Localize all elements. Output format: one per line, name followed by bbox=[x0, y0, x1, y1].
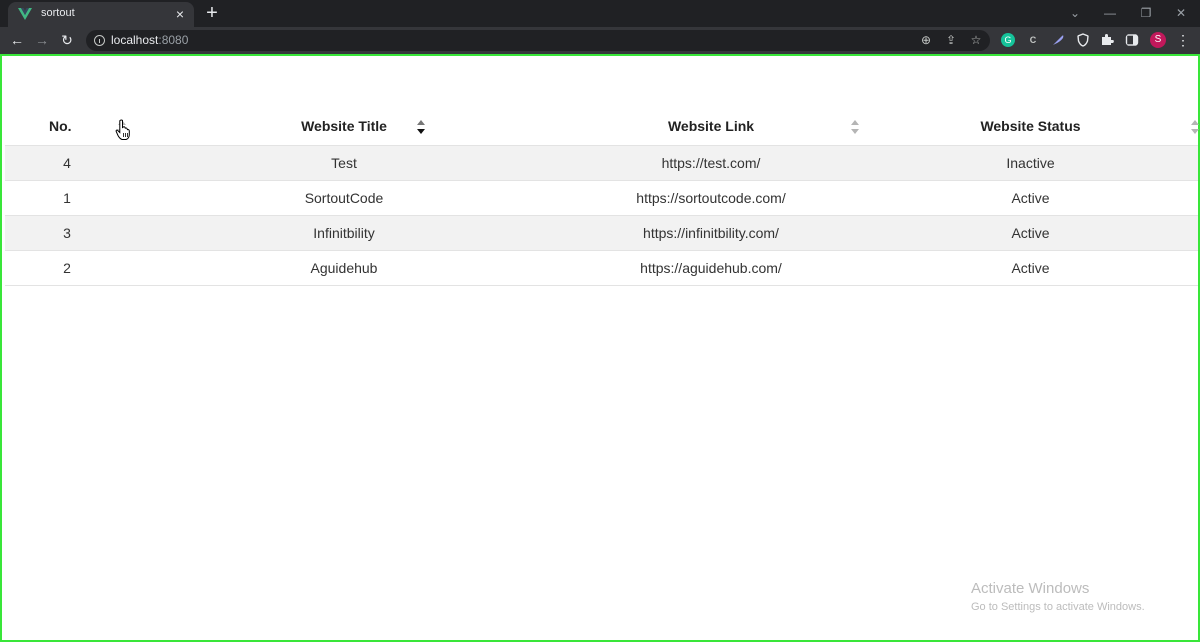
column-header-title[interactable]: Website Title bbox=[129, 108, 559, 146]
forward-icon[interactable]: → bbox=[34, 32, 50, 48]
cell-link: https://test.com/ bbox=[559, 145, 863, 181]
table-row: 3 Infinitbility https://infinitbility.co… bbox=[5, 215, 1198, 251]
close-window-icon[interactable]: ✕ bbox=[1174, 6, 1188, 20]
cell-status: Active bbox=[863, 180, 1198, 216]
close-tab-icon[interactable]: × bbox=[174, 7, 186, 21]
address-bar[interactable]: localhost:8080 ⊕ ⇪ ☆ bbox=[86, 30, 990, 51]
column-label: Website Title bbox=[301, 118, 387, 135]
table-row: 1 SortoutCode https://sortoutcode.com/ A… bbox=[5, 180, 1198, 216]
column-header-no[interactable]: No. bbox=[5, 108, 129, 146]
new-tab-icon[interactable]: + bbox=[203, 3, 221, 23]
sort-icon[interactable] bbox=[1191, 120, 1200, 134]
column-label: No. bbox=[49, 118, 72, 135]
websites-table: No. Website Title Website Link Website S… bbox=[5, 108, 1200, 286]
back-icon[interactable]: ← bbox=[9, 32, 25, 48]
url-host: localhost bbox=[111, 33, 159, 47]
reload-icon[interactable]: ↻ bbox=[59, 32, 75, 48]
table-row: 4 Test https://test.com/ Inactive bbox=[5, 145, 1198, 181]
restore-icon[interactable]: ❐ bbox=[1139, 6, 1153, 20]
watermark-title: Activate Windows bbox=[971, 580, 1090, 597]
column-header-link[interactable]: Website Link bbox=[559, 108, 863, 146]
cell-status: Active bbox=[863, 215, 1198, 251]
sort-icon[interactable] bbox=[851, 120, 860, 134]
cell-title: Test bbox=[129, 145, 559, 181]
cell-title: Infinitbility bbox=[129, 215, 559, 251]
tab-strip: sortout × + ⌄ — ❐ ✕ bbox=[0, 0, 1200, 27]
minimize-icon[interactable]: — bbox=[1103, 6, 1117, 20]
grammarly-icon[interactable]: G bbox=[1001, 33, 1015, 47]
url-port: :8080 bbox=[158, 33, 189, 47]
cell-link: https://aguidehub.com/ bbox=[559, 250, 863, 286]
site-info-icon[interactable] bbox=[94, 35, 105, 46]
feather-icon[interactable] bbox=[1051, 33, 1065, 47]
hand-pointer-icon bbox=[115, 119, 130, 140]
extension-c-icon[interactable]: C bbox=[1026, 33, 1040, 47]
cell-status: Inactive bbox=[863, 145, 1198, 181]
zoom-icon[interactable]: ⊕ bbox=[919, 33, 933, 47]
url-text[interactable]: localhost:8080 bbox=[111, 33, 188, 47]
watermark-subtitle: Go to Settings to activate Windows. bbox=[971, 601, 1145, 613]
browser-toolbar: ← → ↻ localhost:8080 ⊕ ⇪ ☆ G C S ⋮ bbox=[0, 27, 1200, 54]
cell-title: Aguidehub bbox=[129, 250, 559, 286]
column-header-status[interactable]: Website Status bbox=[863, 108, 1200, 146]
tab-search-icon[interactable]: ⌄ bbox=[1068, 6, 1082, 20]
column-label: Website Status bbox=[980, 118, 1081, 135]
table-header-row: No. Website Title Website Link Website S… bbox=[5, 108, 1200, 146]
page-viewport: No. Website Title Website Link Website S… bbox=[0, 54, 1200, 642]
cell-no: 3 bbox=[5, 215, 129, 251]
cell-title: SortoutCode bbox=[129, 180, 559, 216]
cell-link: https://infinitbility.com/ bbox=[559, 215, 863, 251]
sort-desc-icon[interactable] bbox=[417, 120, 426, 134]
cell-no: 4 bbox=[5, 145, 129, 181]
cell-no: 1 bbox=[5, 180, 129, 216]
browser-tab[interactable]: sortout × bbox=[8, 2, 194, 27]
profile-avatar[interactable]: S bbox=[1150, 32, 1166, 48]
vue-logo-icon bbox=[18, 8, 32, 20]
cell-status: Active bbox=[863, 250, 1198, 286]
cell-no: 2 bbox=[5, 250, 129, 286]
cell-link: https://sortoutcode.com/ bbox=[559, 180, 863, 216]
bookmark-star-icon[interactable]: ☆ bbox=[969, 33, 983, 47]
sidebar-icon[interactable] bbox=[1125, 33, 1139, 47]
browser-menu-icon[interactable]: ⋮ bbox=[1176, 32, 1190, 48]
tab-title: sortout bbox=[41, 7, 75, 19]
share-icon[interactable]: ⇪ bbox=[944, 33, 958, 47]
puzzle-icon[interactable] bbox=[1100, 33, 1114, 47]
shield-icon[interactable] bbox=[1076, 33, 1090, 47]
activate-windows-watermark: Activate Windows Go to Settings to activ… bbox=[971, 580, 1145, 615]
column-label: Website Link bbox=[667, 118, 755, 135]
table-row: 2 Aguidehub https://aguidehub.com/ Activ… bbox=[5, 250, 1198, 286]
